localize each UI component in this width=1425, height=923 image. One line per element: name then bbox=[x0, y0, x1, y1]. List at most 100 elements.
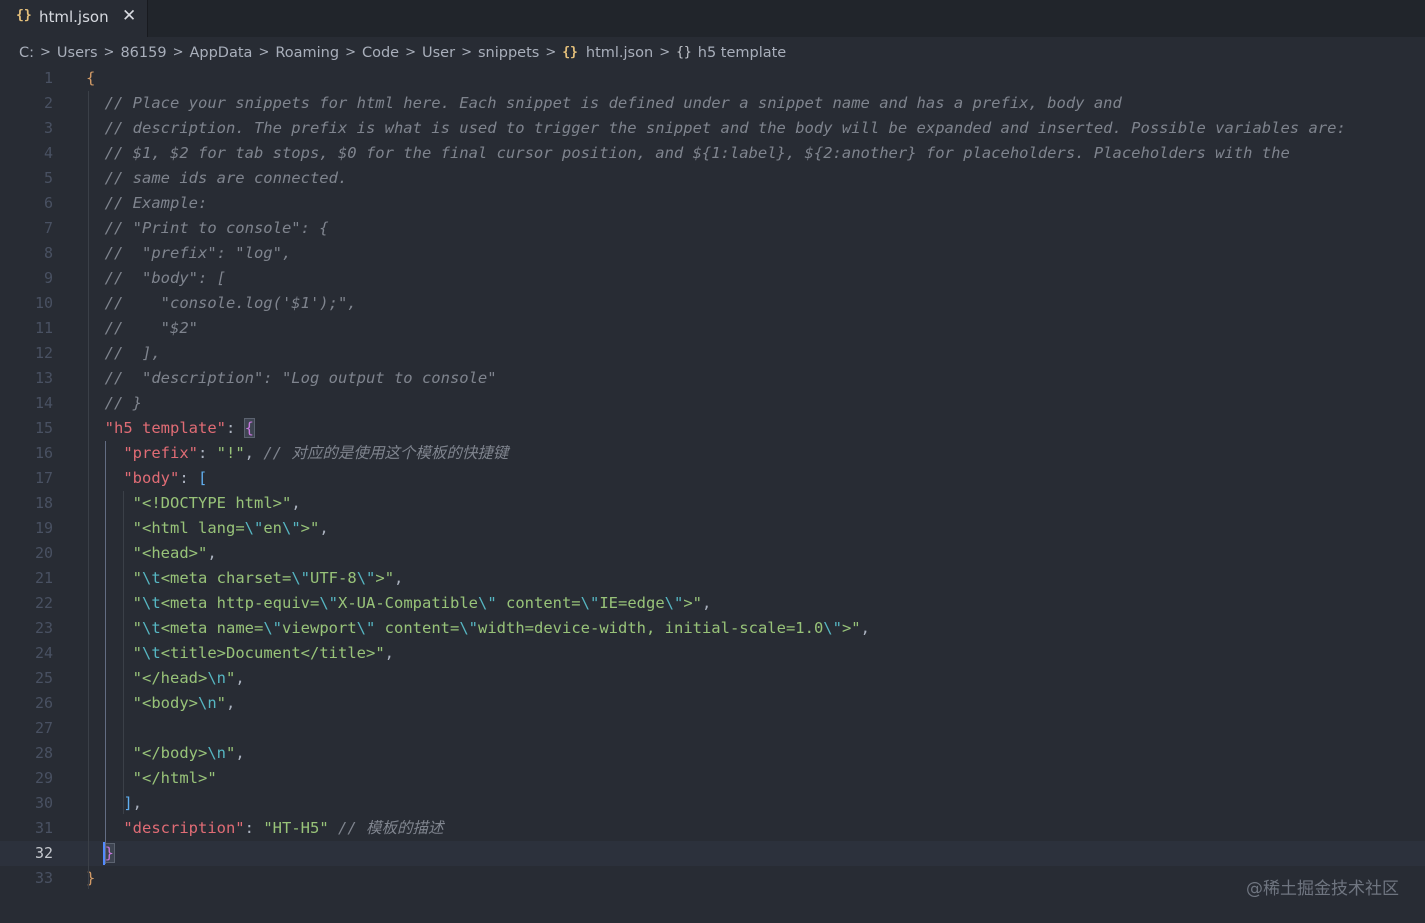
code-line[interactable]: 13 // "description": "Log output to cons… bbox=[0, 366, 1425, 391]
code-line[interactable]: 15 "h5 template": { bbox=[0, 416, 1425, 441]
breadcrumb-users[interactable]: Users bbox=[57, 45, 98, 61]
code-token: \n bbox=[198, 694, 217, 712]
code-text: // "console.log('$1');", bbox=[86, 291, 357, 316]
code-token: // $1, $2 for tab stops, $0 for the fina… bbox=[86, 144, 1290, 162]
line-number: 3 bbox=[43, 119, 53, 137]
line-number: 6 bbox=[43, 194, 53, 212]
breadcrumb-drive[interactable]: C: bbox=[19, 45, 34, 61]
breadcrumb-code[interactable]: Code bbox=[362, 45, 399, 61]
code-token: // 对应的是使用这个模板的快捷键 bbox=[263, 444, 509, 462]
code-token: UTF-8 bbox=[310, 569, 357, 587]
code-line[interactable]: 1{ bbox=[0, 66, 1425, 91]
code-token: } bbox=[103, 843, 116, 863]
code-line[interactable]: 12 // ], bbox=[0, 341, 1425, 366]
json-file-icon: {} bbox=[562, 45, 578, 60]
code-line[interactable]: 18 "<!DOCTYPE html>", bbox=[0, 491, 1425, 516]
code-token: content= bbox=[375, 619, 460, 637]
code-line[interactable]: 32 } bbox=[0, 841, 1425, 866]
code-editor[interactable]: 1{2 // Place your snippets for html here… bbox=[0, 66, 1425, 923]
line-number: 25 bbox=[34, 669, 53, 687]
code-line[interactable]: 5 // same ids are connected. bbox=[0, 166, 1425, 191]
line-number: 19 bbox=[34, 519, 53, 537]
code-line[interactable]: 9 // "body": [ bbox=[0, 266, 1425, 291]
code-token: , bbox=[291, 494, 301, 512]
chevron-right-icon: > bbox=[461, 45, 472, 60]
code-token: "</html>" bbox=[132, 769, 217, 787]
line-number: 16 bbox=[34, 444, 53, 462]
breadcrumb-appdata[interactable]: AppData bbox=[189, 45, 252, 61]
code-line[interactable]: 24 "\t<title>Document</title>", bbox=[0, 641, 1425, 666]
code-line[interactable]: 2 // Place your snippets for html here. … bbox=[0, 91, 1425, 116]
code-token: \" bbox=[459, 619, 479, 637]
code-line[interactable]: 16 "prefix": "!", // 对应的是使用这个模板的快捷键 bbox=[0, 441, 1425, 466]
code-token: // ], bbox=[86, 344, 161, 362]
code-token: "<html lang= bbox=[132, 519, 245, 537]
line-number: 26 bbox=[34, 694, 53, 712]
code-token: <meta http-equiv= bbox=[160, 594, 320, 612]
code-text: // } bbox=[86, 391, 142, 416]
code-token: "</body> bbox=[132, 744, 208, 762]
code-line[interactable]: 3 // description. The prefix is what is … bbox=[0, 116, 1425, 141]
tab-html-json[interactable]: {} html.json ✕ bbox=[0, 0, 148, 37]
code-token: " bbox=[132, 644, 143, 662]
code-line[interactable]: 19 "<html lang=\"en\">", bbox=[0, 516, 1425, 541]
code-token: \t bbox=[142, 619, 161, 637]
code-token: <meta name= bbox=[160, 619, 264, 637]
code-line[interactable]: 10 // "console.log('$1');", bbox=[0, 291, 1425, 316]
code-token: "<body> bbox=[132, 694, 198, 712]
code-token: // "$2" bbox=[86, 319, 198, 337]
breadcrumb-snippets[interactable]: snippets bbox=[478, 45, 539, 61]
breadcrumb-user-id[interactable]: 86159 bbox=[120, 45, 166, 61]
code-line[interactable]: 27 bbox=[0, 716, 1425, 741]
code-line[interactable]: 14 // } bbox=[0, 391, 1425, 416]
code-line[interactable]: 20 "<head>", bbox=[0, 541, 1425, 566]
code-token: , bbox=[319, 519, 329, 537]
code-line[interactable]: 4 // $1, $2 for tab stops, $0 for the fi… bbox=[0, 141, 1425, 166]
code-line[interactable]: 7 // "Print to console": { bbox=[0, 216, 1425, 241]
breadcrumb-file[interactable]: html.json bbox=[586, 45, 653, 61]
code-token: // description. The prefix is what is us… bbox=[86, 119, 1346, 137]
chevron-right-icon: > bbox=[545, 45, 557, 60]
code-token: , bbox=[244, 444, 264, 462]
code-text: // description. The prefix is what is us… bbox=[86, 116, 1346, 141]
code-token: X-UA-Compatible bbox=[338, 594, 478, 612]
code-token: { bbox=[243, 418, 256, 438]
code-line[interactable]: 22 "\t<meta http-equiv=\"X-UA-Compatible… bbox=[0, 591, 1425, 616]
code-line[interactable]: 6 // Example: bbox=[0, 191, 1425, 216]
indent-guide bbox=[88, 91, 89, 889]
close-icon[interactable]: ✕ bbox=[122, 6, 136, 26]
code-text: "\t<meta http-equiv=\"X-UA-Compatible\" … bbox=[86, 591, 712, 616]
code-token: { bbox=[86, 69, 96, 87]
code-text: "h5 template": { bbox=[86, 416, 256, 441]
code-line[interactable]: 30 ], bbox=[0, 791, 1425, 816]
json-file-icon: {} bbox=[16, 8, 32, 23]
code-line[interactable]: 26 "<body>\n", bbox=[0, 691, 1425, 716]
code-line[interactable]: 21 "\t<meta charset=\"UTF-8\">", bbox=[0, 566, 1425, 591]
code-token: , bbox=[207, 544, 217, 562]
breadcrumb-roaming[interactable]: Roaming bbox=[275, 45, 339, 61]
code-token: "description" bbox=[123, 819, 245, 837]
code-line[interactable]: 8 // "prefix": "log", bbox=[0, 241, 1425, 266]
code-token: "!" bbox=[216, 444, 245, 462]
breadcrumb-symbol[interactable]: h5 template bbox=[698, 45, 786, 61]
tab-bar: {} html.json ✕ bbox=[0, 0, 1425, 37]
breadcrumb-user[interactable]: User bbox=[422, 45, 455, 61]
code-line[interactable]: 29 "</html>" bbox=[0, 766, 1425, 791]
code-line[interactable]: 31 "description": "HT-H5" // 模板的描述 bbox=[0, 816, 1425, 841]
code-line[interactable]: 28 "</body>\n", bbox=[0, 741, 1425, 766]
code-line[interactable]: 23 "\t<meta name=\"viewport\" content=\"… bbox=[0, 616, 1425, 641]
chevron-right-icon: > bbox=[40, 45, 51, 60]
code-token: >" bbox=[375, 569, 395, 587]
code-line[interactable]: 11 // "$2" bbox=[0, 316, 1425, 341]
code-line[interactable]: 33} bbox=[0, 866, 1425, 891]
code-line[interactable]: 17 "body": [ bbox=[0, 466, 1425, 491]
line-number: 12 bbox=[34, 344, 53, 362]
code-line[interactable]: 25 "</head>\n", bbox=[0, 666, 1425, 691]
line-number: 21 bbox=[34, 569, 53, 587]
code-token: \n bbox=[207, 669, 226, 687]
line-number: 23 bbox=[34, 619, 53, 637]
